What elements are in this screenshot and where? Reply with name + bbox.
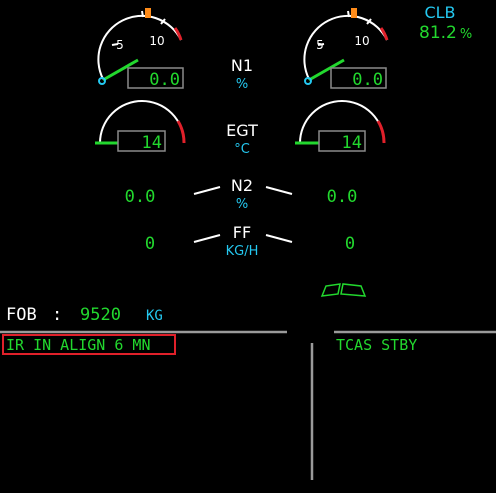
n1-gauge-right: 5 10 0.0 — [303, 8, 389, 90]
n2-label-leader-right — [265, 186, 293, 195]
n1-scale-label: 10 — [149, 34, 164, 48]
egt-left-value: 14 — [142, 133, 162, 153]
thrust-limit-unit: % — [460, 27, 472, 42]
egt-unit: °C — [234, 142, 250, 157]
n2-left-value: 0.0 — [125, 187, 156, 207]
ff-label-leader-left — [193, 234, 221, 243]
fob-unit: KG — [146, 308, 163, 324]
thrust-limit-value: 81.2% — [419, 23, 472, 43]
n2-label: N2 — [231, 176, 253, 195]
n1-scale-tick — [347, 10, 350, 18]
ecam-engine-warning-display: CLB 81.2% 5 10 0.0 5 10 0.0 N1 % 14 14 E… — [0, 3, 496, 480]
memo-right-message: TCAS STBY — [336, 336, 417, 354]
fob-label: FOB — [6, 305, 37, 325]
memo-left-message: IR IN ALIGN 6 MN — [6, 336, 151, 354]
egt-redline-arc — [376, 120, 386, 144]
n1-left-value: 0.0 — [149, 70, 180, 90]
egt-gauge-left: 14 — [95, 100, 186, 153]
n1-right-value: 0.0 — [352, 70, 383, 90]
fuel-on-board: FOB : 9520 KG — [6, 305, 163, 325]
n2-right-value: 0.0 — [327, 187, 358, 207]
ff-label-leader-right — [265, 234, 293, 243]
n1-scale-tick — [141, 10, 144, 18]
fob-value: 9520 — [80, 305, 121, 325]
ff-label: FF — [233, 223, 251, 242]
egt-label: EGT — [226, 121, 258, 140]
n1-unit: % — [236, 77, 248, 92]
n1-redline-arc — [173, 27, 183, 41]
n1-redline-arc — [379, 27, 389, 41]
flap-indicator-icon — [320, 283, 367, 297]
n1-label: N1 — [231, 56, 253, 75]
n1-scale-label: 10 — [354, 34, 369, 48]
n2-label-leader-left — [193, 186, 221, 195]
n2-unit: % — [236, 197, 248, 212]
egt-redline-arc — [176, 120, 186, 144]
n1-commanded-marker — [304, 77, 312, 85]
n1-thrust-limit-marker — [351, 8, 357, 18]
egt-right-value: 14 — [342, 133, 362, 153]
ff-right-value: 0 — [345, 234, 355, 254]
n1-scale-label: 5 — [116, 38, 124, 52]
thrust-limit-panel: CLB 81.2% — [419, 3, 472, 43]
thrust-mode-label: CLB — [424, 3, 455, 22]
n1-gauge-left: 5 10 0.0 — [97, 8, 184, 90]
n1-thrust-limit-marker — [145, 8, 151, 18]
fob-separator: : — [52, 305, 62, 325]
ff-unit: KG/H — [226, 244, 259, 259]
ff-left-value: 0 — [145, 234, 155, 254]
n1-commanded-marker — [98, 77, 106, 85]
n1-scale-label: 5 — [316, 38, 324, 52]
egt-gauge-right: 14 — [295, 100, 386, 153]
